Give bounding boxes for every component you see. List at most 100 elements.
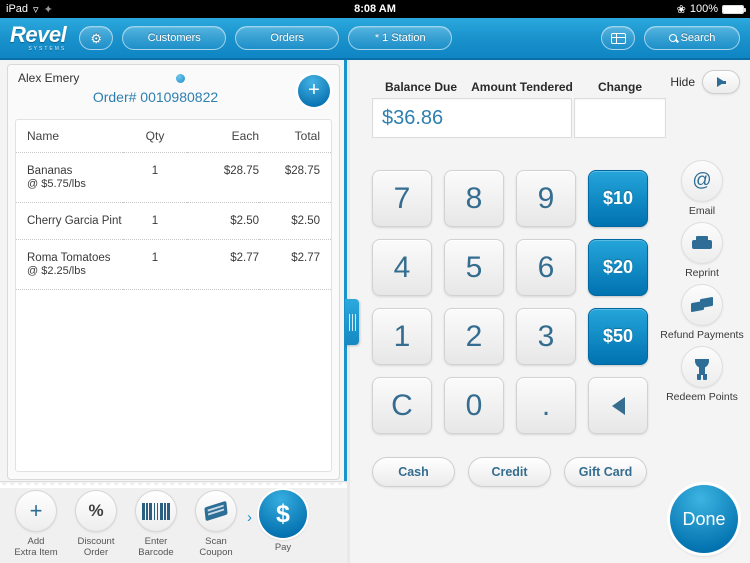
gift-card-button[interactable]: Gift Card <box>564 457 647 487</box>
key-8[interactable]: 8 <box>444 170 504 227</box>
chevron-right-icon[interactable]: › <box>247 509 252 526</box>
table-row[interactable]: Bananas @ $5.75/lbs 1 $28.75 $28.75 <box>16 152 331 203</box>
key-0[interactable]: 0 <box>444 377 504 434</box>
station-button[interactable]: * 1 Station <box>348 26 453 50</box>
receipt-edge <box>0 482 347 488</box>
search-label: Search <box>680 32 716 44</box>
item-name: Cherry Garcia Pint <box>27 215 122 227</box>
clock: 8:08 AM <box>354 3 396 15</box>
key-6[interactable]: 6 <box>516 239 576 296</box>
orders-button[interactable]: Orders <box>235 26 340 50</box>
credit-button[interactable]: Credit <box>468 457 551 487</box>
col-total: Total <box>259 120 331 153</box>
tool-label: Add Extra Item <box>14 536 58 558</box>
bottom-toolbar: + Add Extra Item % Discount Order Enter … <box>0 481 347 563</box>
discount-order-button[interactable]: % Discount Order <box>66 490 126 558</box>
table-body: Bananas @ $5.75/lbs 1 $28.75 $28.75 Cher… <box>16 152 331 290</box>
reprint-button[interactable]: Reprint <box>654 222 750 279</box>
keypad-row: 7 8 9 $10 <box>372 170 648 227</box>
logo-subtitle: SYSTEMS <box>28 46 67 52</box>
item-unit-price: @ $2.25/lbs <box>27 265 86 277</box>
plus-icon: + <box>15 490 57 532</box>
keypad-row: C 0 . <box>372 377 648 434</box>
arrow-right-icon <box>717 77 726 87</box>
panel-drag-handle[interactable] <box>345 299 359 345</box>
refund-payments-button[interactable]: Refund Payments <box>654 284 750 341</box>
reprint-label: Reprint <box>685 267 719 279</box>
email-button[interactable]: @ Email <box>654 160 750 217</box>
percent-icon: % <box>75 490 117 532</box>
key-clear[interactable]: C <box>372 377 432 434</box>
payment-sidebar: Hide @ Email Reprint Refund Payments Red… <box>654 60 750 563</box>
col-name: Name <box>16 120 123 153</box>
quick-cash-50[interactable]: $50 <box>588 308 648 365</box>
hide-panel-control[interactable]: Hide <box>670 70 740 94</box>
amount-tendered-input[interactable]: $36.86 <box>372 98 572 138</box>
item-name-cell: Cherry Garcia Pint <box>16 202 123 240</box>
pos-app: iPad ▿ ✦ 8:08 AM ❀ 100% Revel SYSTEMS ⚙ … <box>0 0 750 563</box>
money-icon <box>681 284 723 326</box>
key-7[interactable]: 7 <box>372 170 432 227</box>
tool-label: Enter Barcode <box>138 536 174 558</box>
order-number: Order# 0010980822 <box>92 89 219 105</box>
bluetooth-icon: ❀ <box>676 3 686 16</box>
table-row[interactable]: Cherry Garcia Pint 1 $2.50 $2.50 <box>16 202 331 240</box>
key-1[interactable]: 1 <box>372 308 432 365</box>
top-navbar: Revel SYSTEMS ⚙ Customers Orders * 1 Sta… <box>0 18 750 60</box>
order-items-box: Name Qty Each Total Bananas @ $5.75/lbs <box>15 119 332 472</box>
item-qty: 1 <box>123 239 187 290</box>
at-icon: @ <box>681 160 723 202</box>
payment-panel: Balance Due Amount Tendered Change $36.8… <box>350 60 750 563</box>
key-2[interactable]: 2 <box>444 308 504 365</box>
customers-button[interactable]: Customers <box>122 26 227 50</box>
settings-button[interactable]: ⚙ <box>79 26 114 50</box>
key-decimal[interactable]: . <box>516 377 576 434</box>
printer-icon <box>681 222 723 264</box>
change-display <box>574 98 666 138</box>
keypad-row: 1 2 3 $50 <box>372 308 648 365</box>
battery-icon <box>722 4 746 14</box>
key-4[interactable]: 4 <box>372 239 432 296</box>
dollar-icon: $ <box>259 490 307 538</box>
col-each: Each <box>187 120 259 153</box>
add-item-button[interactable]: + <box>298 75 330 107</box>
search-icon <box>668 34 677 42</box>
item-total: $2.50 <box>259 202 331 240</box>
customer-name[interactable]: Alex Emery <box>18 71 329 85</box>
key-9[interactable]: 9 <box>516 170 576 227</box>
scan-coupon-button[interactable]: Scan Coupon <box>186 490 246 558</box>
layout-grid-button[interactable] <box>601 26 635 50</box>
key-3[interactable]: 3 <box>516 308 576 365</box>
hide-button[interactable] <box>702 70 740 94</box>
customer-status-dot <box>176 74 185 83</box>
main-split: Alex Emery Order# 0010980822 + Name Qty … <box>0 60 750 563</box>
tool-list: + Add Extra Item % Discount Order Enter … <box>0 490 347 558</box>
change-field-label: Change <box>597 80 642 94</box>
redeem-label: Redeem Points <box>666 391 738 403</box>
item-unit-price: @ $5.75/lbs <box>27 178 86 190</box>
refund-label: Refund Payments <box>660 329 744 341</box>
key-5[interactable]: 5 <box>444 239 504 296</box>
quick-cash-20[interactable]: $20 <box>588 239 648 296</box>
revel-logo: Revel SYSTEMS <box>10 22 67 52</box>
email-label: Email <box>688 205 716 217</box>
barcode-icon <box>135 490 177 532</box>
balance-due-field-label: Balance Due <box>384 80 458 94</box>
grid-icon <box>610 32 626 44</box>
redeem-points-button[interactable]: Redeem Points <box>654 346 750 403</box>
quick-cash-10[interactable]: $10 <box>588 170 648 227</box>
pay-button[interactable]: $ Pay <box>254 490 312 553</box>
tool-label: Discount Order <box>77 536 115 558</box>
customer-row: Alex Emery Order# 0010980822 + <box>8 65 339 119</box>
item-name: Bananas <box>27 165 73 177</box>
key-backspace[interactable] <box>588 377 648 434</box>
table-row[interactable]: Roma Tomatoes @ $2.25/lbs 1 $2.77 $2.77 <box>16 239 331 290</box>
cash-button[interactable]: Cash <box>372 457 455 487</box>
backspace-icon <box>612 397 625 415</box>
add-extra-item-button[interactable]: + Add Extra Item <box>6 490 66 558</box>
trophy-icon <box>681 346 723 388</box>
item-each: $2.50 <box>187 202 259 240</box>
search-button[interactable]: Search <box>644 26 740 50</box>
enter-barcode-button[interactable]: Enter Barcode <box>126 490 186 558</box>
item-total: $2.77 <box>259 239 331 290</box>
